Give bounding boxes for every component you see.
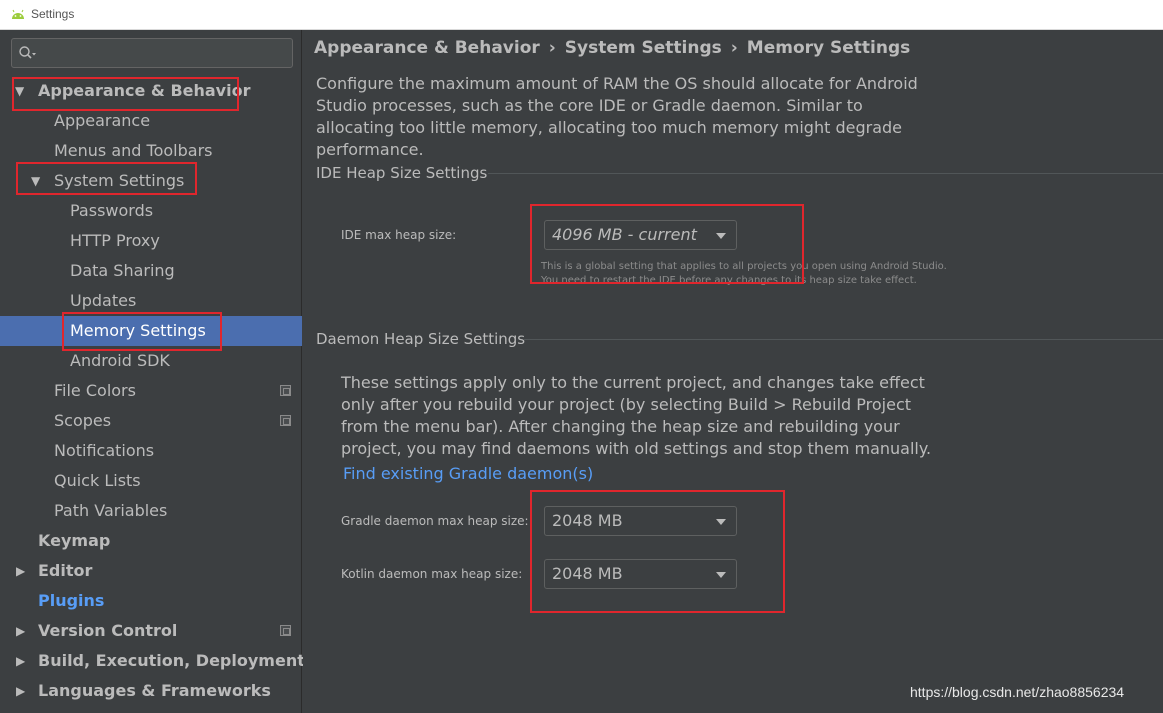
sidebar-item-label: Quick Lists	[54, 471, 141, 490]
sidebar-item-label: HTTP Proxy	[70, 231, 160, 250]
sidebar-item-label: Data Sharing	[70, 261, 175, 280]
sidebar-item-android-sdk[interactable]: Android SDK	[0, 346, 302, 376]
breadcrumb-item[interactable]: System Settings	[565, 38, 722, 58]
kotlin-heap-value: 2048 MB	[552, 564, 623, 583]
project-scope-icon	[280, 385, 291, 396]
breadcrumb-separator: ›	[548, 38, 556, 58]
ide-heap-dropdown[interactable]: 4096 MB - current	[544, 220, 737, 250]
sidebar-item-label: Memory Settings	[70, 321, 206, 340]
find-gradle-daemons-link[interactable]: Find existing Gradle daemon(s)	[343, 464, 593, 483]
breadcrumb: Appearance & Behavior › System Settings › Me…	[314, 38, 910, 58]
sidebar-item-path-variables[interactable]: Path Variables	[0, 496, 302, 526]
android-icon	[12, 9, 24, 19]
page-description: Configure the maximum amount of RAM the …	[316, 74, 918, 159]
watermark-url: https://blog.csdn.net/zhao8856234	[910, 684, 1125, 700]
sidebar-item-system-settings[interactable]: ▼ System Settings	[0, 166, 302, 196]
sidebar-item-plugins[interactable]: Plugins	[0, 586, 302, 616]
settings-sidebar: ▼ Appearance & Behavior Appearance Menus…	[0, 30, 305, 713]
title-bar: Settings	[0, 0, 1163, 30]
chevron-down-icon	[716, 519, 726, 525]
section-divider	[488, 173, 1163, 174]
kotlin-heap-label: Kotlin daemon max heap size:	[341, 567, 523, 581]
sidebar-item-http-proxy[interactable]: HTTP Proxy	[0, 226, 302, 256]
sidebar-item-label: Updates	[70, 291, 137, 310]
kotlin-heap-dropdown[interactable]: 2048 MB	[544, 559, 737, 589]
chevron-right-icon: ▶	[16, 564, 26, 578]
sidebar-item-passwords[interactable]: Passwords	[0, 196, 302, 226]
sidebar-item-updates[interactable]: Updates	[0, 286, 302, 316]
sidebar-item-keymap[interactable]: Keymap	[0, 526, 302, 556]
sidebar-item-scopes[interactable]: Scopes	[0, 406, 302, 436]
project-scope-icon	[280, 625, 291, 636]
ide-heap-label: IDE max heap size:	[341, 228, 457, 242]
section-title-ide-heap: IDE Heap Size Settings	[316, 164, 488, 182]
chevron-right-icon: ▶	[16, 624, 26, 638]
sidebar-item-label: System Settings	[54, 171, 185, 190]
sidebar-item-label: Menus and Toolbars	[54, 141, 213, 160]
sidebar-item-notifications[interactable]: Notifications	[0, 436, 302, 466]
gradle-heap-dropdown[interactable]: 2048 MB	[544, 506, 737, 536]
sidebar-item-languages-frameworks[interactable]: ▶ Languages & Frameworks	[0, 676, 302, 706]
sidebar-item-label: Passwords	[70, 201, 154, 220]
gradle-heap-value: 2048 MB	[552, 511, 623, 530]
gradle-heap-label: Gradle daemon max heap size:	[341, 514, 529, 528]
breadcrumb-item: Memory Settings	[746, 38, 911, 58]
ide-heap-hint: This is a global setting that applies to…	[541, 261, 947, 272]
breadcrumb-item[interactable]: Appearance & Behavior	[314, 38, 540, 58]
sidebar-item-label: Keymap	[38, 531, 111, 550]
sidebar-item-label: Scopes	[54, 411, 112, 430]
chevron-down-icon	[716, 233, 726, 239]
sidebar-item-label: Path Variables	[54, 501, 168, 520]
sidebar-item-memory-settings[interactable]: Memory Settings	[0, 316, 302, 346]
sidebar-item-label: Android SDK	[70, 351, 170, 370]
sidebar-item-file-colors[interactable]: File Colors	[0, 376, 302, 406]
ide-heap-value: 4096 MB - current	[552, 225, 697, 244]
search-icon	[19, 46, 36, 59]
sidebar-item-menus-toolbars[interactable]: Menus and Toolbars	[0, 136, 302, 166]
sidebar-item-appearance-behavior[interactable]: ▼ Appearance & Behavior	[0, 76, 302, 106]
section-divider	[524, 339, 1163, 340]
sidebar-item-label: Build, Execution, Deployment	[38, 651, 305, 670]
sidebar-item-version-control[interactable]: ▶ Version Control	[0, 616, 302, 646]
ide-heap-hint: You need to restart the IDE before any c…	[541, 275, 917, 286]
section-title-daemon-heap: Daemon Heap Size Settings	[316, 330, 526, 348]
sidebar-item-label: Plugins	[38, 591, 105, 610]
sidebar-item-editor[interactable]: ▶ Editor	[0, 556, 302, 586]
sidebar-item-label: File Colors	[54, 381, 136, 400]
sidebar-item-data-sharing[interactable]: Data Sharing	[0, 256, 302, 286]
sidebar-item-quick-lists[interactable]: Quick Lists	[0, 466, 302, 496]
settings-content: Appearance & Behavior › System Settings › Me…	[303, 30, 1163, 713]
window-title: Settings	[31, 7, 75, 21]
sidebar-item-label: Version Control	[38, 621, 178, 640]
sidebar-item-appearance[interactable]: Appearance	[0, 106, 302, 136]
chevron-right-icon: ▶	[16, 684, 26, 698]
chevron-down-icon: ▼	[15, 84, 25, 98]
search-input[interactable]	[11, 38, 293, 68]
sidebar-item-label: Appearance	[54, 111, 151, 130]
sidebar-item-label: Editor	[38, 561, 93, 580]
chevron-right-icon: ▶	[16, 654, 26, 668]
chevron-down-icon	[716, 572, 726, 578]
chevron-down-icon: ▼	[31, 174, 41, 188]
sidebar-item-build-execution-deployment[interactable]: ▶ Build, Execution, Deployment	[0, 646, 305, 676]
sidebar-item-label: Notifications	[54, 441, 155, 460]
project-scope-icon	[280, 415, 291, 426]
sidebar-item-label: Appearance & Behavior	[38, 81, 251, 100]
daemon-description: These settings apply only to the current…	[341, 373, 932, 458]
sidebar-item-label: Languages & Frameworks	[38, 681, 271, 700]
breadcrumb-separator: ›	[730, 38, 738, 58]
